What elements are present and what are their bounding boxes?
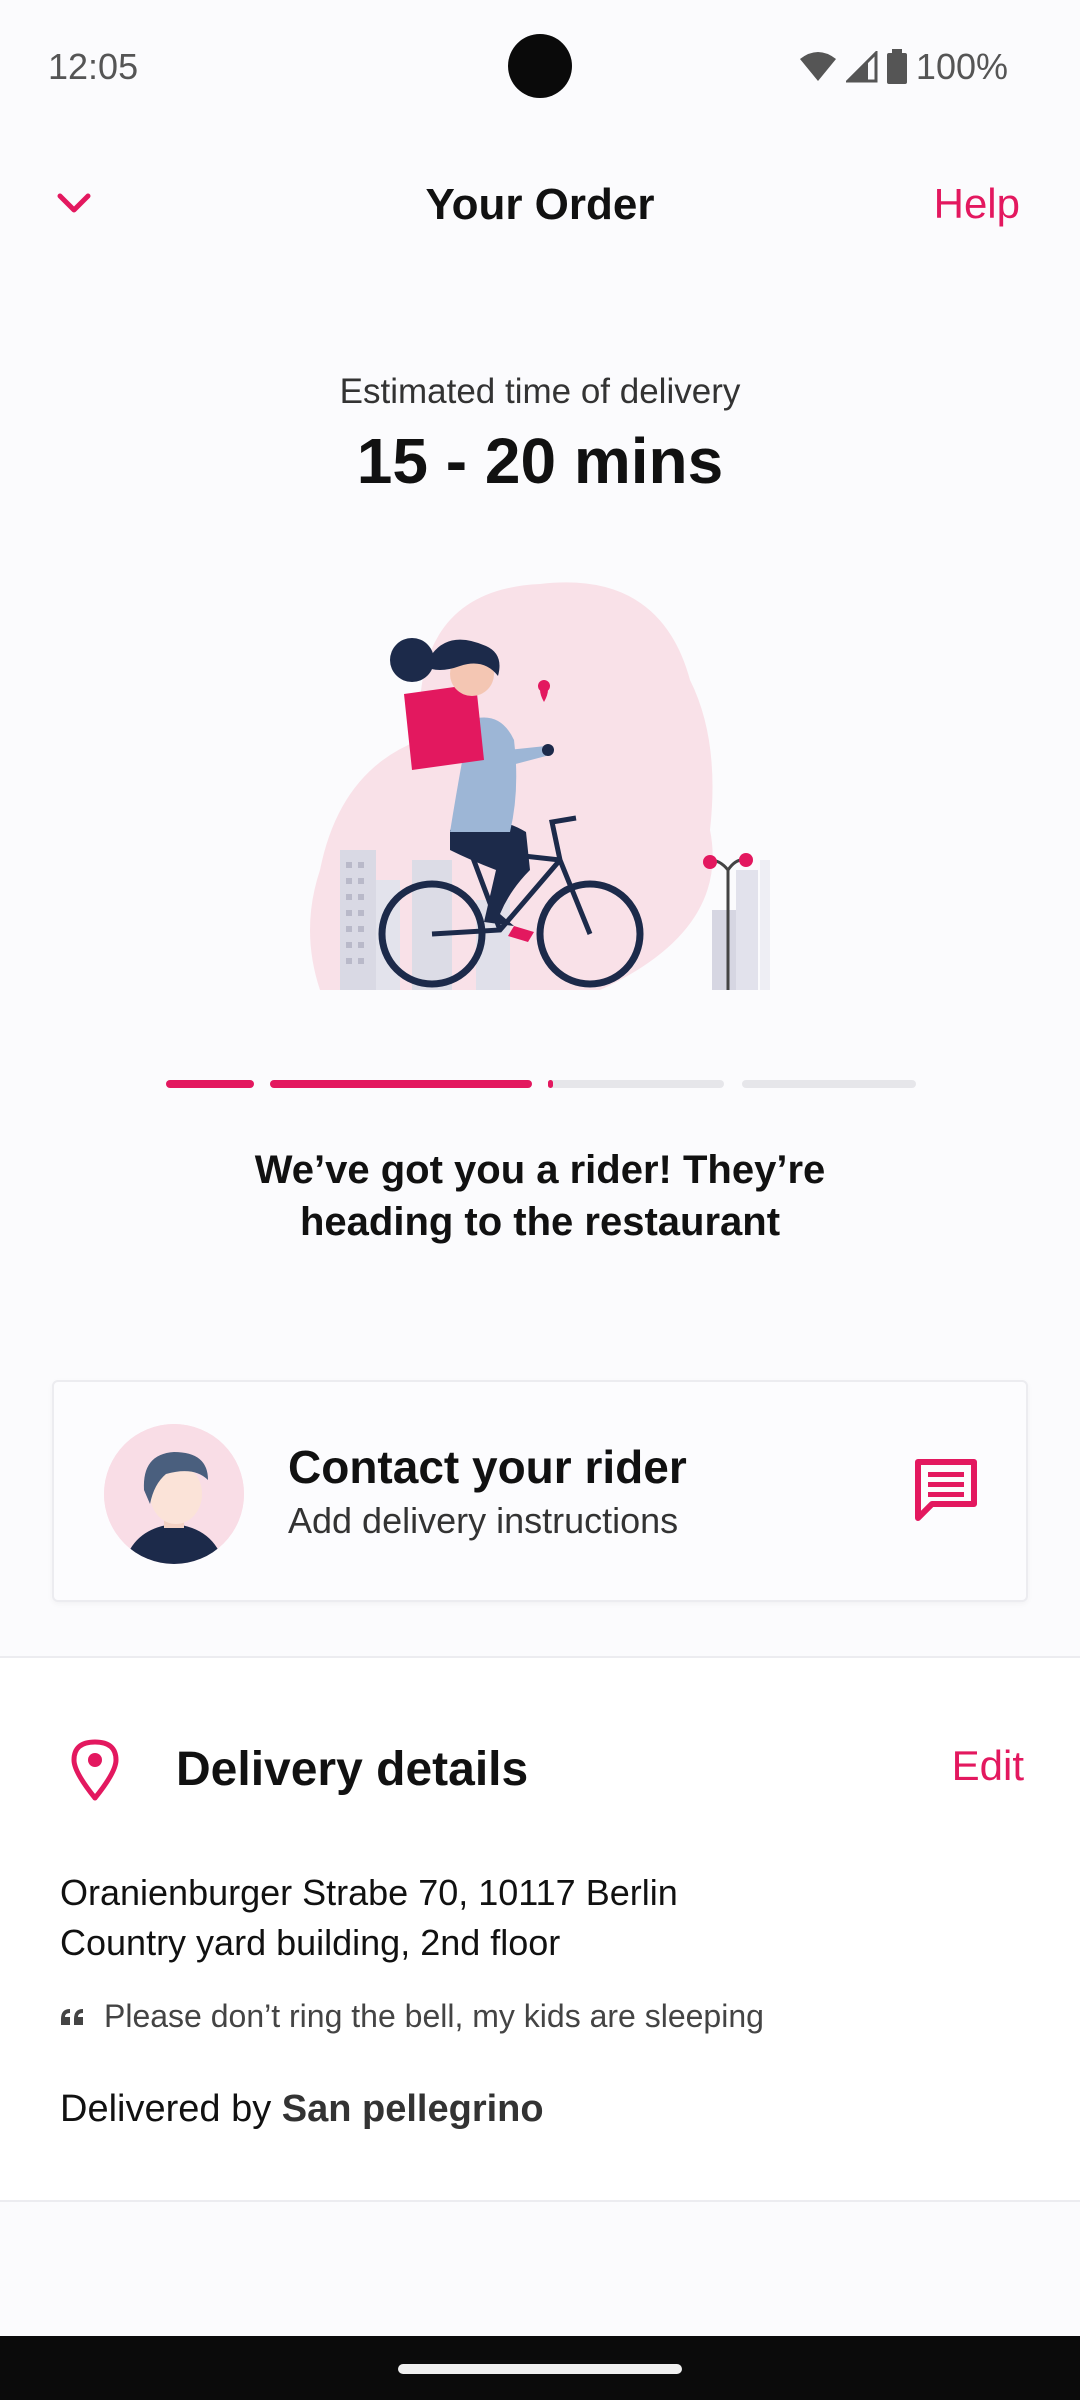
battery-icon (886, 49, 907, 84)
order-progress-bar (166, 1080, 916, 1090)
edit-delivery-button[interactable]: Edit (952, 1742, 1024, 1790)
address-line-2: Country yard building, 2nd floor (60, 1922, 561, 1963)
header: Your Order Help (0, 160, 1080, 250)
contact-rider-card[interactable]: Contact your rider Add delivery instruct… (52, 1380, 1028, 1602)
status-bar: 12:05 100% (0, 0, 1080, 130)
progress-segment (166, 1080, 254, 1088)
eta-label: Estimated time of delivery (339, 372, 741, 411)
camera-cutout (508, 34, 572, 98)
address-line-1: Oranienburger Strabe 70, 10117 Berlin (60, 1872, 678, 1913)
contact-rider-title: Contact your rider (288, 1441, 687, 1493)
delivered-by-prefix: Delivered by (60, 2088, 272, 2130)
delivered-by-name: San pellegrino (281, 2088, 544, 2130)
delivery-note: Please don’t ring the bell, my kids are … (60, 1998, 764, 2035)
progress-segment-fill (548, 1080, 553, 1088)
rider-illustration (310, 582, 770, 990)
delivered-by: Delivered by San pellegrino (60, 2088, 544, 2131)
order-status-message: We’ve got you a rider! They’re heading t… (140, 1144, 940, 1248)
quote-icon (61, 2008, 83, 2025)
location-pin-icon (71, 1739, 119, 1801)
rider-avatar (104, 1424, 244, 1564)
battery-percent: 100% (915, 46, 1008, 87)
progress-segment (548, 1080, 724, 1088)
delivery-details-section: Delivery details Edit Oranienburger Stra… (0, 1656, 1080, 2202)
status-time: 12:05 (48, 46, 139, 87)
eta-value: 15 - 20 mins (356, 425, 724, 497)
help-link[interactable]: Help (934, 180, 1020, 228)
contact-rider-subtitle: Add delivery instructions (288, 1500, 679, 1541)
progress-segment (270, 1080, 532, 1088)
status-line-2: heading to the restaurant (299, 1200, 781, 1244)
status-indicators: 100% (798, 46, 1008, 88)
system-nav-bar (0, 2336, 1080, 2400)
page-title: Your Order (425, 180, 655, 229)
status-line-1: We’ve got you a rider! They’re (254, 1148, 826, 1192)
delivery-details-title: Delivery details (176, 1743, 529, 1796)
wifi-icon (799, 52, 836, 81)
signal-icon (845, 51, 878, 83)
progress-segment (742, 1080, 916, 1088)
rider-avatar-image (104, 1424, 244, 1564)
chat-icon[interactable] (910, 1454, 982, 1526)
delivery-note-text: Please don’t ring the bell, my kids are … (104, 1998, 764, 2034)
home-gesture-handle[interactable] (398, 2364, 682, 2374)
